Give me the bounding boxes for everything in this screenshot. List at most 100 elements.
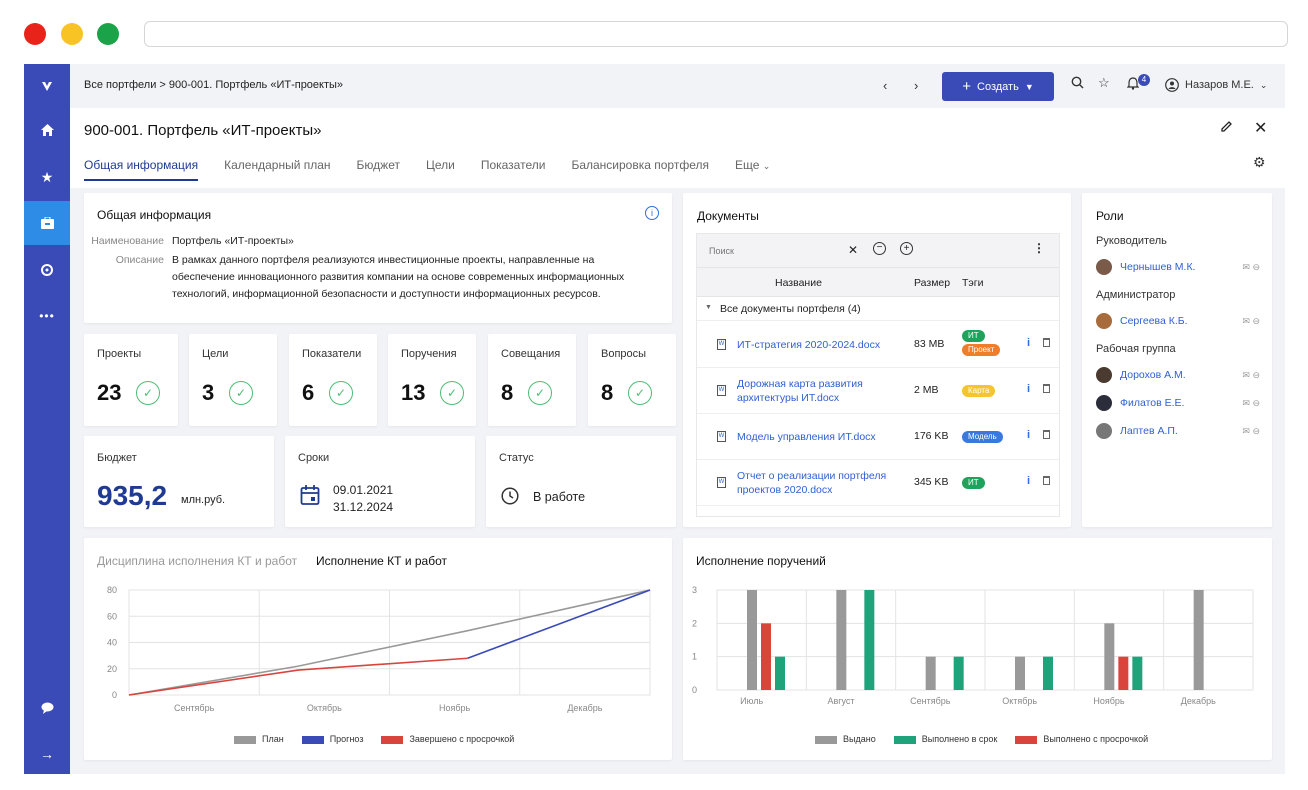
stat-meetings[interactable]: Совещания 8 ✓ [488,334,576,426]
person-name[interactable]: Филатов Е.Е. [1120,397,1184,409]
target-icon[interactable] [24,248,70,292]
document-row[interactable]: W Дорожная карта развития архитектуры ИТ.… [697,368,1059,414]
chevron-down-icon: ⌄ [1259,79,1268,90]
stat-value: 8 [601,380,614,405]
stat-indicators[interactable]: Показатели 6 ✓ [289,334,377,426]
app-window: ★ ••• → Все портфели > 900-001. Портфель… [24,64,1285,774]
col-tags-header[interactable]: Тэги [962,277,983,289]
search-icon[interactable] [1071,76,1084,92]
address-bar[interactable] [144,21,1288,47]
trash-icon[interactable] [1043,476,1050,485]
close-window-button[interactable] [24,23,46,45]
tab-goals[interactable]: Цели [426,158,455,181]
info-icon[interactable]: i [1027,475,1030,487]
trash-icon[interactable] [1043,384,1050,393]
tag-badge[interactable]: Проект [962,344,1001,356]
user-menu[interactable]: Назаров М.Е. ⌄ [1165,78,1267,92]
mail-and-remove-icons[interactable]: ✉ ⊖ [1242,426,1260,437]
info-icon[interactable]: i [645,206,659,220]
stat-projects[interactable]: Проекты 23 ✓ [84,334,178,426]
roles-title: Роли [1096,209,1124,223]
role-person[interactable]: Сергеева К.Б. ✉ ⊖ [1096,313,1260,329]
terms-label: Сроки [298,452,330,464]
legend-item-forecast[interactable]: Прогноз [301,734,363,744]
legend-item-plan[interactable]: План [234,734,284,744]
document-name-link[interactable]: Дорожная карта развития архитектуры ИТ.d… [737,377,902,405]
logo-icon[interactable] [24,64,70,108]
settings-gear-icon[interactable]: ⚙ [1253,154,1266,171]
document-name-link[interactable]: Модель управления ИТ.docx [737,430,902,444]
stat-label: Поручения [401,348,457,360]
tab-more[interactable]: Еще ⌄ [735,158,770,181]
tab-budget[interactable]: Бюджет [357,158,400,181]
mail-and-remove-icons[interactable]: ✉ ⊖ [1242,316,1260,327]
legend-item-on-time[interactable]: Выполнено в срок [893,734,997,744]
person-name[interactable]: Сергеева К.Б. [1120,315,1188,327]
chart-tab-discipline[interactable]: Дисциплина исполнения КТ и работ [97,554,297,568]
person-name[interactable]: Чернышев М.К. [1120,261,1195,273]
trash-icon[interactable] [1043,430,1050,439]
mail-and-remove-icons[interactable]: ✉ ⊖ [1242,262,1260,273]
stat-assignments[interactable]: Поручения 13 ✓ [388,334,476,426]
expand-arrow-icon[interactable]: → [24,732,70,774]
tag-badge[interactable]: ИТ [962,330,985,342]
portfolio-icon[interactable] [24,201,70,245]
caret-down-icon: ▼ [705,304,712,311]
role-person[interactable]: Чернышев М.К. ✉ ⊖ [1096,259,1260,275]
mail-and-remove-icons[interactable]: ✉ ⊖ [1242,398,1260,409]
stat-questions[interactable]: Вопросы 8 ✓ [588,334,676,426]
back-chevron-icon[interactable]: ‹ [883,78,887,93]
stat-goals[interactable]: Цели 3 ✓ [189,334,277,426]
close-icon[interactable]: ✕ [1254,118,1267,138]
info-icon[interactable]: i [1027,429,1030,441]
clear-icon[interactable]: ✕ [848,243,858,257]
create-button[interactable]: + Создать ▼ [942,72,1054,101]
minimize-window-button[interactable] [61,23,83,45]
term-start: 09.01.2021 [333,483,394,497]
expand-all-icon[interactable]: + [900,242,913,255]
maximize-window-button[interactable] [97,23,119,45]
document-row[interactable]: W Модель управления ИТ.docx 176 KB Модель i [697,414,1059,460]
documents-search-input[interactable] [704,240,836,261]
legend-item-overdue[interactable]: Завершено с просрочкой [381,734,514,744]
favorite-star-icon[interactable]: ☆ [1098,75,1110,91]
mail-and-remove-icons[interactable]: ✉ ⊖ [1242,370,1260,381]
info-icon[interactable]: i [1027,383,1030,395]
person-name[interactable]: Дорохов А.М. [1120,369,1186,381]
edit-pencil-icon[interactable] [1220,120,1233,136]
legend-item-issued[interactable]: Выдано [815,734,876,744]
role-person[interactable]: Лаптев А.П. ✉ ⊖ [1096,423,1260,439]
bar [1015,656,1025,690]
tab-general-info[interactable]: Общая информация [84,158,199,181]
info-icon[interactable]: i [1027,337,1030,349]
home-icon[interactable] [24,108,70,152]
bar [747,590,757,690]
person-name[interactable]: Лаптев А.П. [1120,425,1178,437]
col-name-header[interactable]: Название [775,277,822,289]
tag-badge[interactable]: ИТ [962,477,985,489]
tag-badge[interactable]: Модель [962,431,1003,443]
breadcrumb[interactable]: Все портфели > 900-001. Портфель «ИТ-про… [84,79,343,91]
more-icon[interactable]: ••• [24,294,70,338]
document-row[interactable]: W Отчет о реализации портфеля проектов 20… [697,460,1059,506]
tag-badge[interactable]: Карта [962,385,996,397]
chart-tab-execution[interactable]: Исполнение КТ и работ [316,554,447,568]
kebab-menu-icon[interactable]: ⋮ [1033,241,1045,255]
col-size-header[interactable]: Размер [914,277,950,289]
tab-calendar-plan[interactable]: Календарный план [224,158,330,181]
document-name-link[interactable]: ИТ-стратегия 2020-2024.docx [737,338,902,352]
trash-icon[interactable] [1043,338,1050,347]
collapse-all-icon[interactable]: − [873,242,886,255]
role-person[interactable]: Дорохов А.М. ✉ ⊖ [1096,367,1260,383]
legend-item-late[interactable]: Выполнено с просрочкой [1015,734,1148,744]
document-row[interactable]: W ИТ-стратегия 2020-2024.docx 83 MB ИТ Проек… [697,322,1059,368]
chat-icon[interactable] [24,686,70,730]
forward-chevron-icon[interactable]: › [914,78,918,93]
document-name-link[interactable]: Отчет о реализации портфеля проектов 202… [737,469,902,497]
role-person[interactable]: Филатов Е.Е. ✉ ⊖ [1096,395,1260,411]
tab-portfolio-balancing[interactable]: Балансировка портфеля [571,158,709,181]
tab-indicators[interactable]: Показатели [481,158,546,181]
stat-value: 6 [302,380,315,405]
star-icon[interactable]: ★ [24,155,70,199]
documents-group-row[interactable]: ▼ Все документы портфеля (4) [697,298,1059,321]
